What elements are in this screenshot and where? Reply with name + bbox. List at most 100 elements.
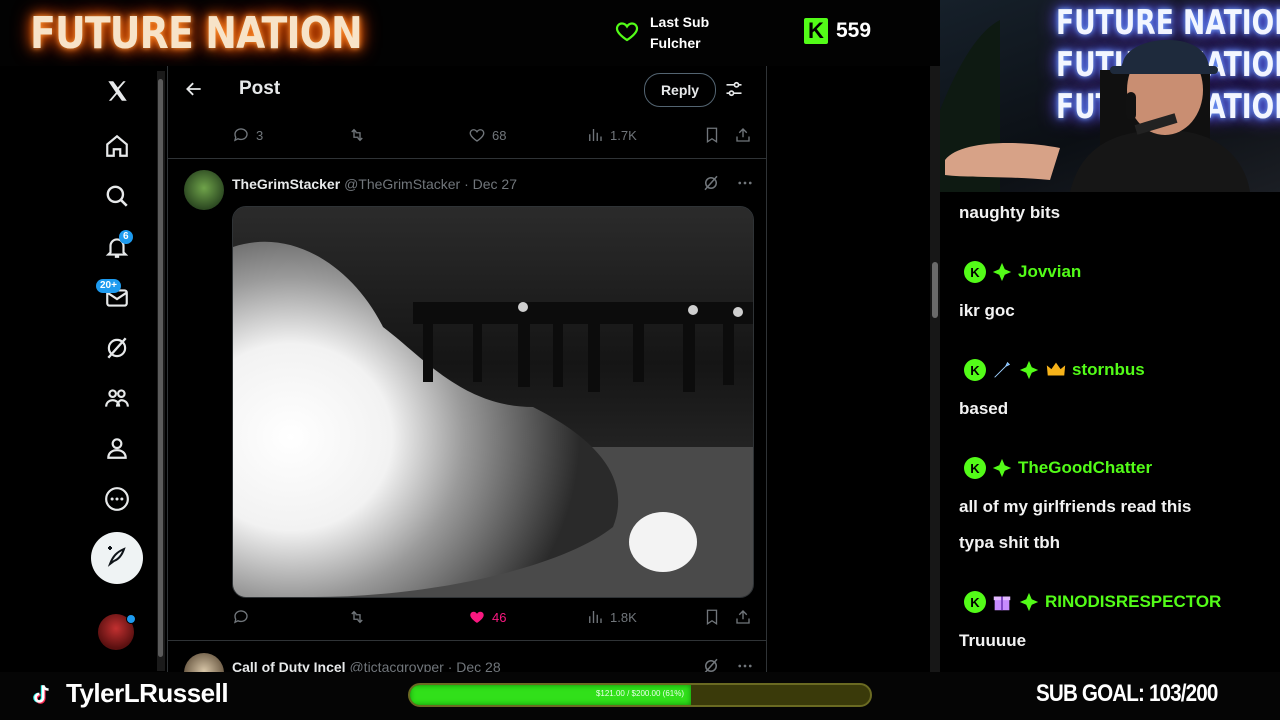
online-dot [126,614,136,624]
tweet-author[interactable]: Call of Duty Incel @tictacgroyper · Dec … [232,659,501,672]
last-sub-label: Last Sub [650,14,710,30]
reply-settings-icon[interactable] [724,79,744,104]
views-icon [589,611,602,623]
grok-icon[interactable] [702,657,720,672]
channel-name: TylerLRussell [66,678,229,708]
like-action[interactable]: 68 [468,126,506,144]
heart-outline-icon [469,129,485,142]
retweet-action[interactable] [348,608,366,626]
grok-icon[interactable] [702,174,720,197]
chat-message-text: typa shit tbh [959,533,1061,552]
page-scrollbar[interactable] [930,66,940,672]
more-icon[interactable] [102,484,132,514]
views-action[interactable]: 1.8K [586,608,637,626]
x-browser-window: 6 20+ Post Reply 3 68 1.7K TheGrimStacke… [0,66,940,672]
bookmark-icon[interactable] [703,126,721,144]
x-sidebar-nav: 6 20+ [0,66,160,672]
reply-action[interactable] [232,608,250,626]
page-title: Post [239,78,281,99]
grok-icon[interactable] [102,333,132,363]
view-count: 1.8K [610,609,637,625]
reply-action[interactable]: 3 [232,126,263,144]
tweet-header: TheGrimStacker @TheGrimStacker · Dec 27 [184,170,754,210]
avatar[interactable] [184,170,224,210]
views-action[interactable]: 1.7K [586,126,637,144]
chat-message: K stornbus [964,359,1145,381]
retweet-icon [351,128,363,142]
handle[interactable]: @TheGrimStacker [344,176,460,192]
messages-icon[interactable]: 20+ [96,279,132,313]
display-name[interactable]: Call of Duty Incel [232,659,346,672]
kick-badge-icon: K [964,457,986,479]
crown-badge-icon [1045,359,1067,381]
chat-message-text: ikr goc [959,301,1015,320]
reply-icon [233,610,248,624]
divider [168,640,768,641]
search-icon[interactable] [102,181,132,211]
reply-count: 3 [256,127,264,143]
nav-scrollbar[interactable] [157,71,165,671]
display-name[interactable]: TheGrimStacker [232,176,340,192]
sub-goal-progress-bar: $121.00 / $200.00 (61%) [408,683,872,707]
like-count: 46 [492,609,507,625]
notifications-badge: 6 [119,230,133,244]
green-gem-badge-icon [1018,591,1040,613]
bookmark-icon[interactable] [703,608,721,626]
like-count: 68 [492,127,507,143]
chat-username[interactable]: TheGoodChatter [1018,458,1152,478]
account-avatar[interactable] [98,614,136,650]
home-icon[interactable] [102,131,132,161]
right-column [767,66,940,672]
views-icon [589,129,602,141]
tiktok-icon [28,682,54,713]
tweet-photo[interactable] [232,206,754,598]
green-gem-badge-icon [991,261,1013,283]
tweet-header: Call of Duty Incel @tictacgroyper · Dec … [184,653,754,672]
share-icon[interactable] [734,608,752,626]
last-sub-name: Fulcher [650,35,701,51]
kick-badge-icon: K [964,591,986,613]
tweet-author[interactable]: TheGrimStacker @TheGrimStacker · Dec 27 [232,176,517,192]
more-options-icon[interactable] [736,174,754,197]
notifications-icon[interactable]: 6 [102,230,133,262]
like-action[interactable]: 46 [468,608,506,626]
gift-badge-icon [991,591,1013,613]
chat-username[interactable]: stornbus [1072,360,1145,380]
divider [168,158,768,159]
kick-badge-icon: K [964,261,986,283]
sword-badge-icon [991,359,1013,381]
back-arrow-icon[interactable] [184,79,204,104]
chat-message-text: Truuuue [959,631,1027,650]
retweet-action[interactable] [348,126,366,144]
tweet-actions: 3 68 1.7K [168,126,768,148]
retweet-icon [351,610,363,624]
last-sub-widget: Last Sub Fulcher [614,12,709,54]
communities-icon[interactable] [102,383,132,413]
chat-username[interactable]: Jovvian [1018,262,1081,282]
compose-post-icon [105,544,129,573]
tweet-date[interactable]: · Dec 28 [448,659,501,672]
future-nation-logo: FUTURE NATION [30,8,363,59]
more-options-icon[interactable] [736,657,754,672]
chat-username[interactable]: RINODISRESPECTOR [1045,592,1221,612]
scrollbar-thumb[interactable] [932,262,938,318]
reply-button[interactable]: Reply [644,73,716,107]
chat-message: K RINODISRESPECTOR [964,591,1221,613]
post-header: Post Reply [168,66,768,112]
chat-message: K TheGoodChatter [964,457,1152,479]
x-logo-icon[interactable] [102,76,132,106]
heart-icon [614,19,640,48]
compose-post-button[interactable] [91,532,143,584]
green-gem-badge-icon [991,457,1013,479]
profile-icon[interactable] [102,433,132,463]
chat-message-text: based [959,399,1009,418]
tweet-date[interactable]: · Dec 27 [464,176,517,192]
messages-badge: 20+ [96,279,121,293]
share-icon[interactable] [734,126,752,144]
handle[interactable]: @tictacgroyper [349,659,443,672]
avatar[interactable] [184,653,224,672]
kick-viewer-count: K 559 [804,18,871,44]
chat-message-text: naughty bits [959,203,1061,222]
streamer-silhouette [940,20,1250,192]
green-gem-badge-icon [1018,359,1040,381]
